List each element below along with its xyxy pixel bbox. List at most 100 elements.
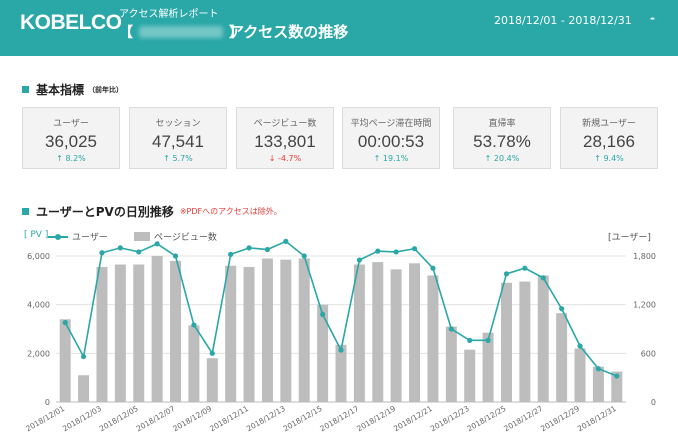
kpi-label: ユーザー xyxy=(53,119,89,129)
chart-note: ※PDFへのアクセスは除外。 xyxy=(179,207,282,216)
users-point xyxy=(393,249,399,255)
y-left-tick-label: 6,000 xyxy=(27,252,50,261)
pageview-bar xyxy=(317,304,329,402)
users-point xyxy=(117,245,123,251)
y-right-tick-label: 0 xyxy=(651,398,656,407)
kpi-card-pageviews: ページビュー数 133,801 ↓ -4.7% xyxy=(236,107,334,169)
y-right-tick-label: 600 xyxy=(641,349,656,358)
users-point xyxy=(448,326,454,332)
users-point xyxy=(503,271,510,277)
page-title: アクセス数の推移 xyxy=(229,23,349,41)
legend-bar-swatch xyxy=(134,232,150,241)
kpi-card-users: ユーザー 36,025 ↑ 8.2% xyxy=(22,107,120,169)
users-point xyxy=(62,319,68,326)
pageview-bar xyxy=(500,282,512,402)
menu-toggle[interactable]: - xyxy=(650,11,655,25)
kpi-value: 36,025 xyxy=(45,132,97,151)
pageview-bar xyxy=(592,366,604,402)
pageview-bar xyxy=(537,275,549,402)
users-point xyxy=(246,245,252,251)
users-point xyxy=(338,347,344,353)
pageview-bar xyxy=(390,269,402,402)
pageview-bar xyxy=(261,258,273,402)
x-tick-label: 2018/12/23 xyxy=(429,404,471,434)
x-tick-label: 2018/12/27 xyxy=(502,404,544,434)
site-name: 【】 xyxy=(119,22,243,42)
kpi-value: 47,541 xyxy=(152,132,204,151)
pageview-bar xyxy=(96,266,108,402)
pageview-bar xyxy=(225,265,237,402)
pageview-bar xyxy=(243,266,255,402)
x-tick-label: 2018/12/07 xyxy=(135,404,177,434)
users-point xyxy=(301,253,307,259)
users-point xyxy=(172,253,179,259)
kpi-value: 00:00:53 xyxy=(357,132,425,151)
pageview-bar xyxy=(519,281,531,402)
users-point xyxy=(356,257,362,263)
pageview-bar xyxy=(170,260,182,402)
pageview-bar xyxy=(464,349,476,402)
legend-line-swatch xyxy=(48,233,68,240)
company-logo: KOBELCO xyxy=(20,11,122,34)
legend-pageviews-label: ページビュー数 xyxy=(154,233,217,243)
site-name-blurred xyxy=(139,26,223,38)
kpi-change: ↑ 8.2% xyxy=(56,154,86,163)
users-point xyxy=(559,306,565,312)
pageview-bar xyxy=(151,256,163,402)
kpi-card-new-users: 新規ユーザー 28,166 ↑ 9.4% xyxy=(560,107,658,169)
site-bracket-open: 【 xyxy=(119,25,133,41)
y-right-tick-label: 1,200 xyxy=(633,301,656,310)
users-point xyxy=(283,238,289,244)
kpi-change: ↑ 5.7% xyxy=(163,154,193,163)
users-point xyxy=(577,343,583,349)
y-left-tick-label: 2,000 xyxy=(27,349,50,358)
x-tick-label: 2018/12/17 xyxy=(318,404,360,434)
legend-pageviews[interactable]: ページビュー数 xyxy=(134,230,217,243)
kpi-subtitle: （前年比） xyxy=(88,85,124,94)
pageview-bar xyxy=(409,263,421,402)
users-point xyxy=(485,337,491,343)
pageview-bar xyxy=(335,344,347,402)
y-left-tick-label: 4,000 xyxy=(27,301,50,310)
x-tick-label: 2018/12/25 xyxy=(466,404,508,434)
users-point xyxy=(614,373,620,379)
kpi-section-title: 基本指標 （前年比） xyxy=(22,81,123,98)
kpi-change: ↑ 20.4% xyxy=(484,154,520,163)
kpi-card-sessions: セッション 47,541 ↑ 5.7% xyxy=(129,107,227,169)
users-point xyxy=(540,275,546,281)
pageview-bar xyxy=(133,264,145,402)
section-marker xyxy=(22,208,29,215)
legend-users[interactable]: ユーザー xyxy=(48,230,108,243)
pageview-bar xyxy=(114,264,126,402)
x-tick-label: 2018/12/01 xyxy=(24,404,66,434)
kpi-change: ↑ 19.1% xyxy=(373,154,409,163)
x-tick-label: 2018/12/03 xyxy=(61,404,103,434)
users-point xyxy=(209,350,215,356)
users-point xyxy=(264,246,271,253)
right-axis-label: [ユーザー] xyxy=(608,233,651,243)
kpi-change: ↑ 9.4% xyxy=(594,154,624,163)
y-left-tick-label: 0 xyxy=(45,398,50,407)
kpi-row: ユーザー 36,025 ↑ 8.2% セッション 47,541 ↑ 5.7% ペ… xyxy=(22,107,658,169)
section-marker xyxy=(22,86,29,93)
pageview-bar xyxy=(445,326,457,402)
kpi-change: ↓ -4.7% xyxy=(268,154,302,163)
chart-title-text: ユーザーとPVの日別推移 xyxy=(36,205,174,219)
users-point xyxy=(375,248,381,254)
x-tick-label: 2018/12/31 xyxy=(576,404,618,434)
pageview-bar xyxy=(188,325,200,402)
x-tick-label: 2018/12/13 xyxy=(245,404,287,434)
kpi-value: 28,166 xyxy=(583,132,635,151)
legend-users-label: ユーザー xyxy=(72,233,108,243)
kpi-label: 平均ページ滞在時間 xyxy=(350,119,432,129)
x-tick-label: 2018/12/11 xyxy=(208,404,250,434)
pageview-bar xyxy=(280,259,292,402)
left-axis-label: [ PV ] xyxy=(24,230,49,240)
x-tick-label: 2018/12/19 xyxy=(355,404,397,434)
kpi-card-avg-time: 平均ページ滞在時間 00:00:53 ↑ 19.1% xyxy=(342,107,440,169)
users-point xyxy=(467,337,473,343)
pageview-bar xyxy=(298,258,310,402)
pageview-bar xyxy=(556,313,568,402)
users-point xyxy=(430,265,436,271)
users-point xyxy=(99,250,105,256)
